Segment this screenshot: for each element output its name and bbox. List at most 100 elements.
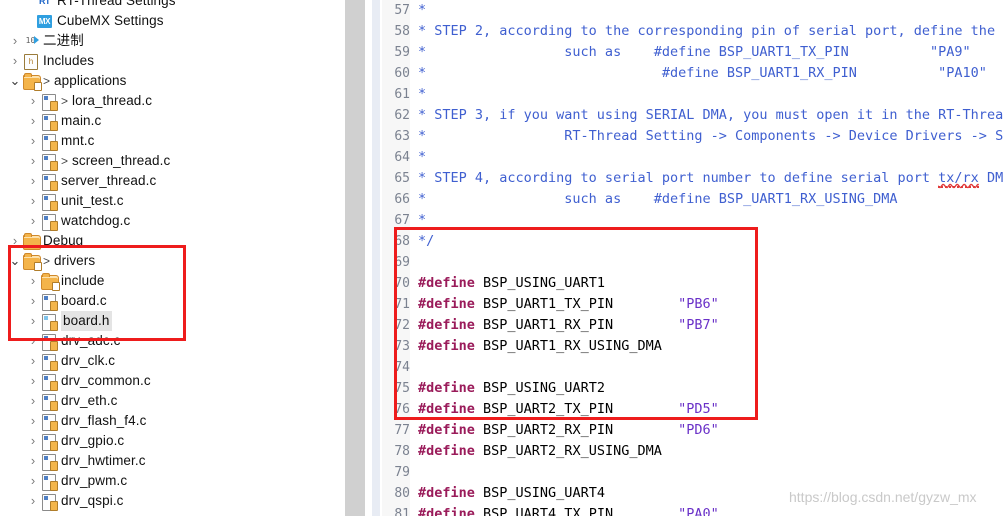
code-line-68[interactable]: 68 */ bbox=[345, 231, 1008, 252]
code-line-70[interactable]: 70 #define BSP_USING_UART1 bbox=[345, 273, 1008, 294]
tree-item-mnt-c[interactable]: › mnt.c bbox=[26, 131, 95, 151]
code-line-81[interactable]: 81 #define BSP_UART4_TX_PIN "PA0" bbox=[345, 504, 1008, 516]
code-line-text: * RT-Thread Setting -> Components -> Dev… bbox=[418, 126, 1003, 147]
chevron-right-icon[interactable]: › bbox=[26, 311, 40, 331]
tree-item-board-c[interactable]: › board.c bbox=[26, 291, 107, 311]
line-number: 69 bbox=[394, 255, 410, 270]
tree-item-drv-hwtimer-c[interactable]: › drv_hwtimer.c bbox=[26, 451, 146, 471]
chevron-right-icon[interactable]: › bbox=[26, 291, 40, 311]
chevron-right-icon[interactable]: › bbox=[26, 171, 40, 191]
chevron-right-icon[interactable]: › bbox=[26, 471, 40, 491]
tree-item-label: applications bbox=[54, 73, 127, 88]
tree-item-applications[interactable]: ⌄ > applications bbox=[8, 71, 127, 91]
project-explorer[interactable]: RT RT-Thread Settings MX CubeMX Settings › 10… bbox=[0, 0, 345, 516]
tree-item-label: server_thread.c bbox=[61, 173, 157, 188]
chevron-right-icon[interactable]: › bbox=[26, 331, 40, 351]
code-line-text: * bbox=[418, 147, 426, 168]
tree-item--[interactable]: › 10 二进制 bbox=[8, 31, 84, 51]
chevron-right-icon[interactable]: › bbox=[26, 491, 40, 511]
code-line-71[interactable]: 71 #define BSP_UART1_TX_PIN "PB6" bbox=[345, 294, 1008, 315]
chevron-right-icon[interactable]: › bbox=[26, 391, 40, 411]
chevron-right-icon[interactable]: › bbox=[26, 91, 40, 111]
c-file-icon bbox=[40, 93, 58, 111]
tree-item-drv-adc-c[interactable]: › drv_adc.c bbox=[26, 331, 120, 351]
code-line-65[interactable]: 65 * STEP 4, according to serial port num… bbox=[345, 168, 1008, 189]
tree-item-board-h[interactable]: › board.h bbox=[26, 311, 112, 331]
code-line-73[interactable]: 73 #define BSP_UART1_RX_USING_DMA bbox=[345, 336, 1008, 357]
tree-item-label: drv_clk.c bbox=[61, 353, 116, 368]
tree-item-drv-eth-c[interactable]: › drv_eth.c bbox=[26, 391, 117, 411]
code-line-57[interactable]: 57 * bbox=[345, 0, 1008, 21]
chevron-right-icon[interactable]: › bbox=[26, 451, 40, 471]
chevron-right-icon[interactable]: › bbox=[26, 211, 40, 231]
chevron-right-icon[interactable]: › bbox=[26, 351, 40, 371]
code-line-79[interactable]: 79 bbox=[345, 462, 1008, 483]
tree-item-drv-pwm-c[interactable]: › drv_pwm.c bbox=[26, 471, 127, 491]
code-line-77[interactable]: 77 #define BSP_UART2_RX_PIN "PD6" bbox=[345, 420, 1008, 441]
c-file-icon bbox=[40, 493, 58, 511]
code-line-59[interactable]: 59 * such as #define BSP_UART1_TX_PIN "PA… bbox=[345, 42, 1008, 63]
tree-item-label: drv_common.c bbox=[61, 373, 151, 388]
tree-item-label: screen_thread.c bbox=[72, 153, 171, 168]
code-line-61[interactable]: 61 * bbox=[345, 84, 1008, 105]
code-token: * bbox=[418, 86, 427, 102]
tree-item-label: 二进制 bbox=[43, 33, 84, 48]
code-token: "PD6" bbox=[678, 422, 719, 438]
chevron-right-icon[interactable]: › bbox=[26, 411, 40, 431]
chevron-right-icon[interactable]: › bbox=[26, 431, 40, 451]
tree-item-lora-thread-c[interactable]: › > lora_thread.c bbox=[26, 91, 152, 111]
tree-item-drivers[interactable]: ⌄ > drivers bbox=[8, 251, 95, 271]
tree-item-drv-common-c[interactable]: › drv_common.c bbox=[26, 371, 151, 391]
code-line-63[interactable]: 63 * RT-Thread Setting -> Components -> D… bbox=[345, 126, 1008, 147]
code-line-72[interactable]: 72 #define BSP_UART1_RX_PIN "PB7" bbox=[345, 315, 1008, 336]
chevron-right-icon[interactable]: › bbox=[26, 131, 40, 151]
code-token: * bbox=[418, 2, 427, 18]
chevron-right-icon[interactable]: › bbox=[26, 371, 40, 391]
code-line-60[interactable]: 60 * #define BSP_UART1_RX_PIN "PA10" bbox=[345, 63, 1008, 84]
code-token: #define bbox=[418, 422, 475, 438]
code-line-67[interactable]: 67 * bbox=[345, 210, 1008, 231]
tree-item-includes[interactable]: › h Includes bbox=[8, 51, 94, 71]
code-line-text: #define BSP_UART4_TX_PIN "PA0" bbox=[418, 504, 719, 516]
tree-item-unit-test-c[interactable]: › unit_test.c bbox=[26, 191, 124, 211]
tree-item-screen-thread-c[interactable]: › > screen_thread.c bbox=[26, 151, 170, 171]
tree-item-include[interactable]: › include bbox=[26, 271, 104, 291]
chevron-right-icon[interactable]: › bbox=[26, 151, 40, 171]
code-token: #define bbox=[418, 401, 475, 417]
tree-item-drv-gpio-c[interactable]: › drv_gpio.c bbox=[26, 431, 124, 451]
chevron-right-icon[interactable]: › bbox=[26, 271, 40, 291]
code-line-62[interactable]: 62 * STEP 3, if you want using SERIAL DMA… bbox=[345, 105, 1008, 126]
c-file-icon bbox=[40, 393, 58, 411]
code-line-78[interactable]: 78 #define BSP_UART2_RX_USING_DMA bbox=[345, 441, 1008, 462]
tree-item-rt-thread-settings[interactable]: RT RT-Thread Settings bbox=[22, 0, 176, 11]
chevron-right-icon[interactable]: › bbox=[26, 111, 40, 131]
tree-item-drv-qspi-c[interactable]: › drv_qspi.c bbox=[26, 491, 124, 511]
code-editor[interactable]: 57 * 58 * STEP 2, according to the correspo… bbox=[345, 0, 1008, 516]
code-line-64[interactable]: 64 * bbox=[345, 147, 1008, 168]
code-line-66[interactable]: 66 * such as #define BSP_UART1_RX_USING_D… bbox=[345, 189, 1008, 210]
code-line-75[interactable]: 75 #define BSP_USING_UART2 bbox=[345, 378, 1008, 399]
chevron-down-icon[interactable]: ⌄ bbox=[8, 254, 22, 268]
chevron-right-icon[interactable]: › bbox=[8, 51, 22, 71]
tree-item-watchdog-c[interactable]: › watchdog.c bbox=[26, 211, 130, 231]
code-line-text: * STEP 3, if you want using SERIAL DMA, … bbox=[418, 105, 1003, 126]
tree-item-drv-clk-c[interactable]: › drv_clk.c bbox=[26, 351, 115, 371]
tree-item-server-thread-c[interactable]: › server_thread.c bbox=[26, 171, 156, 191]
tree-item-cubemx-settings[interactable]: MX CubeMX Settings bbox=[22, 11, 164, 31]
code-line-69[interactable]: 69 bbox=[345, 252, 1008, 273]
line-number: 70 bbox=[394, 276, 410, 291]
chevron-down-icon[interactable]: ⌄ bbox=[8, 74, 22, 88]
code-line-text: #define BSP_UART2_RX_USING_DMA bbox=[418, 441, 662, 462]
code-line-76[interactable]: 76 #define BSP_UART2_TX_PIN "PD5" bbox=[345, 399, 1008, 420]
tree-item-debug[interactable]: › Debug bbox=[8, 231, 83, 251]
code-token: * such as #define BSP_UART1_RX_USING_DMA bbox=[418, 191, 898, 207]
code-line-74[interactable]: 74 bbox=[345, 357, 1008, 378]
chevron-right-icon[interactable]: › bbox=[8, 231, 22, 251]
chevron-right-icon[interactable]: › bbox=[8, 31, 22, 51]
tree-item-drv-flash-f4-c[interactable]: › drv_flash_f4.c bbox=[26, 411, 146, 431]
tree-item-main-c[interactable]: › main.c bbox=[26, 111, 101, 131]
code-line-58[interactable]: 58 * STEP 2, according to the correspondi… bbox=[345, 21, 1008, 42]
line-number: 63 bbox=[394, 129, 410, 144]
chevron-right-icon[interactable]: › bbox=[26, 191, 40, 211]
code-text-area[interactable]: 57 * 58 * STEP 2, according to the correspo… bbox=[345, 0, 1008, 516]
